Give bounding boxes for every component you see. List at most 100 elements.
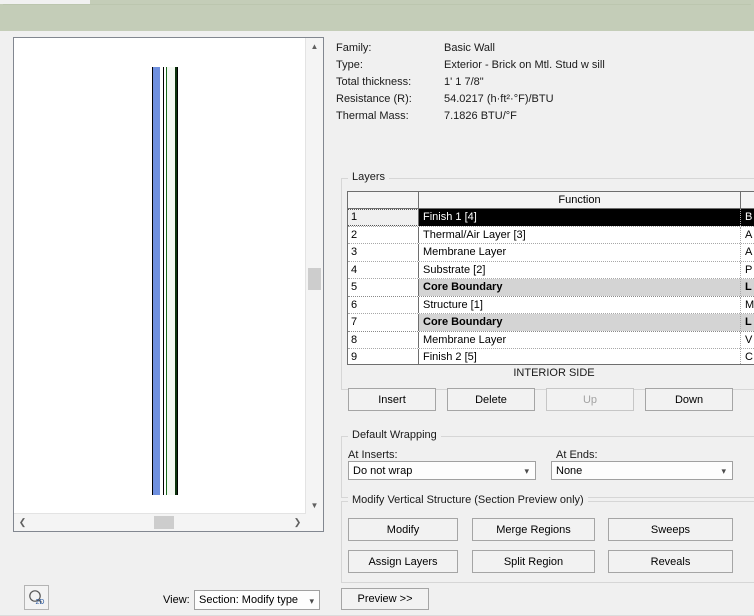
property-label: Total thickness: [336, 75, 412, 88]
layer-material[interactable]: V [741, 332, 754, 349]
layer-function[interactable]: Structure [1] [419, 296, 741, 313]
layer-number: 9 [348, 349, 419, 364]
property-value: Basic Wall [444, 41, 495, 54]
layers-group-legend: Layers [348, 171, 390, 183]
split-region-button[interactable]: Split Region [472, 550, 595, 573]
layer-function[interactable]: Substrate [2] [419, 261, 741, 278]
layer-function[interactable]: Core Boundary [419, 279, 741, 296]
property-value: 7.1826 BTU/°F [444, 109, 517, 122]
layer-material[interactable]: L [741, 279, 754, 296]
at-ends-label: At Ends: [556, 449, 598, 461]
assign-layers-button[interactable]: Assign Layers [348, 550, 458, 573]
scroll-up-icon[interactable]: ▲ [306, 38, 323, 55]
table-row[interactable]: 2 Thermal/Air Layer [3] A [348, 226, 754, 244]
property-row: Family: Basic Wall [336, 39, 748, 56]
layer-material[interactable]: M [741, 297, 754, 314]
layer-function[interactable]: Membrane Layer [419, 244, 741, 261]
layer-material[interactable]: B [741, 209, 754, 226]
insert-button[interactable]: Insert [348, 388, 436, 411]
column-header-material[interactable] [741, 192, 754, 208]
property-label: Resistance (R): [336, 92, 412, 105]
property-value: 54.0217 (h·ft²·°F)/BTU [444, 92, 554, 105]
column-header-function[interactable]: Function [419, 192, 741, 208]
scroll-right-icon[interactable]: ❯ [289, 514, 306, 531]
layer-function[interactable]: Core Boundary [419, 314, 741, 331]
layer-number: 4 [348, 261, 419, 278]
move-up-button[interactable]: Up [546, 388, 634, 411]
table-row[interactable]: 4 Substrate [2] P [348, 261, 754, 279]
table-row[interactable]: 8 Membrane Layer V [348, 331, 754, 349]
layer-material[interactable]: P [741, 262, 754, 279]
layer-number: 7 [348, 314, 419, 331]
sweeps-button[interactable]: Sweeps [608, 518, 733, 541]
wall-outline-2 [177, 67, 178, 495]
dialog-chrome-band [0, 0, 754, 31]
layer-number: 6 [348, 296, 419, 313]
layer-number: 1 [348, 209, 419, 226]
scroll-left-icon[interactable]: ❮ [14, 514, 31, 531]
wall-outline-1 [152, 67, 153, 495]
at-ends-select[interactable]: None ▾ [551, 461, 733, 480]
property-value: 1' 1 7/8" [444, 75, 484, 88]
merge-regions-button[interactable]: Merge Regions [472, 518, 595, 541]
layer-function[interactable]: Membrane Layer [419, 331, 741, 348]
chevron-down-icon: ▾ [721, 466, 726, 476]
view-2d-toggle-button[interactable]: 2D [24, 585, 49, 610]
property-label: Family: [336, 41, 372, 54]
preview-horizontal-scrollbar[interactable]: ❮ ❯ [14, 513, 306, 531]
chrome-band-inner [3, 4, 751, 28]
modify-vertical-structure-legend: Modify Vertical Structure (Section Previ… [348, 494, 588, 506]
wall-band-selected-finish-band [152, 67, 160, 495]
delete-button[interactable]: Delete [447, 388, 535, 411]
property-row: Thermal Mass: 7.1826 BTU/°F [336, 107, 748, 124]
wall-preview-canvas[interactable] [14, 38, 306, 514]
layer-material[interactable]: A [741, 227, 754, 244]
table-row[interactable]: 1 Finish 1 [4] B [348, 209, 754, 227]
default-wrapping-legend: Default Wrapping [348, 429, 441, 441]
wall-band-core-field [167, 67, 175, 495]
layer-material[interactable]: L [741, 314, 754, 331]
preview-vertical-scrollbar[interactable]: ▲ ▼ [305, 38, 323, 514]
wall-properties: Family: Basic Wall Type: Exterior - Bric… [336, 39, 748, 124]
layer-number: 3 [348, 244, 419, 261]
svg-text:2D: 2D [36, 599, 45, 606]
modify-button[interactable]: Modify [348, 518, 458, 541]
vertical-scroll-thumb[interactable] [308, 268, 321, 290]
view-select[interactable]: Section: Modify type ▾ [194, 590, 320, 610]
at-inserts-select[interactable]: Do not wrap ▾ [348, 461, 536, 480]
table-row[interactable]: 9 Finish 2 [5] C [348, 349, 754, 364]
property-row: Total thickness: 1' 1 7/8" [336, 73, 748, 90]
horizontal-scroll-thumb[interactable] [154, 516, 174, 529]
layer-number: 5 [348, 279, 419, 296]
scroll-down-icon[interactable]: ▼ [306, 497, 323, 514]
table-row[interactable]: 7 Core Boundary L [348, 314, 754, 332]
layer-number: 8 [348, 331, 419, 348]
layers-group: Layers Function 1 Finish 1 [4] B 2 Thermal/A… [341, 171, 754, 390]
wall-preview-panel[interactable]: ▲ ▼ ❮ ❯ [13, 37, 324, 532]
table-row[interactable]: 6 Structure [1] M [348, 296, 754, 314]
layers-table-header: Function [348, 192, 754, 209]
layers-table-body: 1 Finish 1 [4] B 2 Thermal/Air Layer [3] A 3 Me… [348, 209, 754, 364]
layers-table[interactable]: Function 1 Finish 1 [4] B 2 Thermal/Air Laye… [347, 191, 754, 365]
wall-section-drawing [152, 67, 178, 495]
preview-toggle-button[interactable]: Preview >> [341, 588, 429, 610]
column-header-number [348, 192, 419, 208]
reveals-button[interactable]: Reveals [608, 550, 733, 573]
interior-side-label: INTERIOR SIDE [513, 367, 595, 379]
move-down-button[interactable]: Down [645, 388, 733, 411]
table-row[interactable]: 5 Core Boundary L [348, 279, 754, 297]
dialog-body: ▲ ▼ ❮ ❯ 2D View: Section: Modify type ▾ … [0, 31, 754, 616]
table-row[interactable]: 3 Membrane Layer A [348, 244, 754, 262]
layer-material[interactable]: C [741, 349, 754, 364]
property-value: Exterior - Brick on Mtl. Stud w sill [444, 58, 605, 71]
layer-material[interactable]: A [741, 244, 754, 261]
property-label: Type: [336, 58, 363, 71]
chevron-down-icon: ▾ [309, 596, 314, 606]
layer-function[interactable]: Finish 1 [4] [419, 209, 741, 226]
at-inserts-value: Do not wrap [353, 464, 413, 477]
at-ends-value: None [556, 464, 583, 477]
layer-function[interactable]: Thermal/Air Layer [3] [419, 226, 741, 243]
property-label: Thermal Mass: [336, 109, 409, 122]
property-row: Type: Exterior - Brick on Mtl. Stud w si… [336, 56, 748, 73]
layer-function[interactable]: Finish 2 [5] [419, 349, 741, 364]
